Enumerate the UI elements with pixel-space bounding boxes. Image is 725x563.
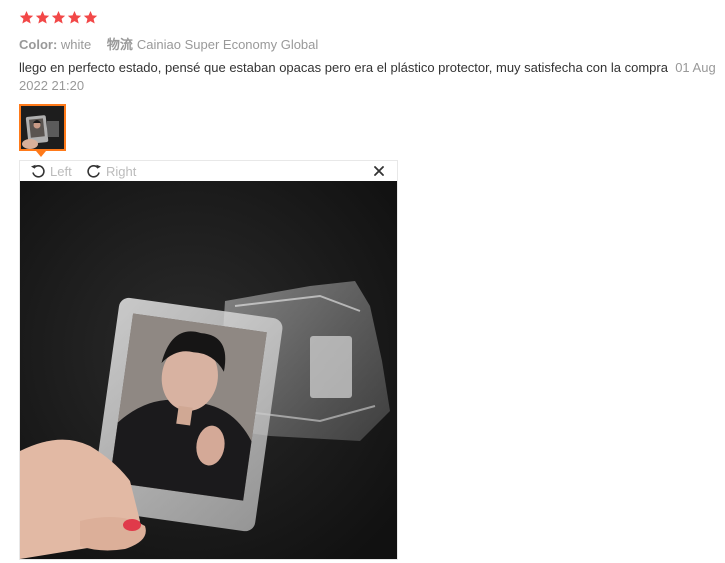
review-item: Color: white 物流 Cainiao Super Economy Glo… [0, 0, 725, 563]
close-viewer-button[interactable] [371, 163, 387, 179]
rotate-left-button[interactable]: Left [30, 162, 72, 180]
review-photo-thumbnail[interactable] [19, 104, 66, 151]
photo-viewer: Left Right [19, 160, 398, 560]
close-icon [371, 163, 387, 179]
review-comment: llego en perfecto estado, pensé que esta… [19, 59, 719, 95]
star-icon [51, 10, 66, 25]
star-icon [67, 10, 82, 25]
star-icon [35, 10, 50, 25]
review-meta: Color: white 物流 Cainiao Super Economy Glo… [19, 34, 330, 53]
color-value: white [60, 37, 92, 52]
logistics-value: Cainiao Super Economy Global [136, 37, 319, 52]
rotate-right-icon [86, 163, 102, 179]
star-icon [83, 10, 98, 25]
thumbnail-pointer [36, 151, 46, 157]
rotate-right-button[interactable]: Right [86, 162, 136, 180]
rating-stars [19, 10, 98, 25]
review-photo [20, 181, 397, 559]
rotate-left-icon [30, 163, 46, 179]
star-icon [19, 10, 34, 25]
color-label: Color: [19, 37, 58, 52]
thumbnail-image [21, 106, 64, 149]
logistics-label: 物流 [106, 37, 133, 52]
viewer-toolbar: Left Right [20, 161, 397, 181]
photo-image [20, 181, 397, 559]
comment-text: llego en perfecto estado, pensé que esta… [19, 60, 668, 75]
rotate-right-label: Right [106, 163, 137, 179]
rotate-left-label: Left [50, 163, 72, 179]
